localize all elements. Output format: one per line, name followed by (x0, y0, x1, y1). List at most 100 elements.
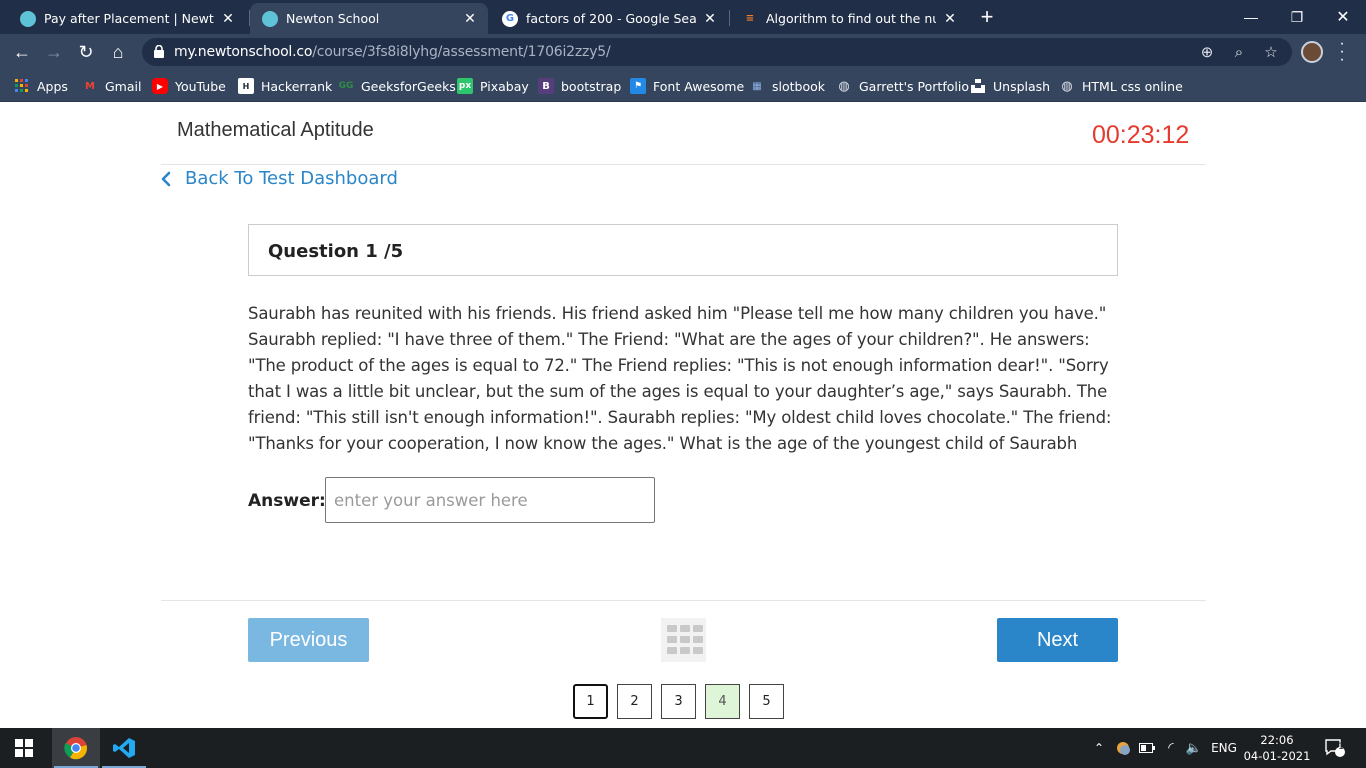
apps-grid-icon (14, 78, 30, 94)
grid-cell (667, 647, 677, 654)
browser-tab-bar: Pay after Placement | Newton Sc ✕ Newton… (0, 0, 1366, 34)
bookmark-hackerrank[interactable]: H Hackerrank (238, 76, 332, 96)
bookmark-slotbook[interactable]: ▦ slotbook (749, 76, 825, 96)
assessment-page: Mathematical Aptitude 00:23:12 Back To T… (0, 103, 1366, 728)
question-grid-icon[interactable] (661, 618, 706, 662)
bookmark-label: HTML css online (1082, 78, 1183, 94)
question-text: Saurabh has reunited with his friends. H… (248, 304, 1112, 453)
new-tab-icon[interactable]: + (976, 4, 998, 30)
bookmark-label: GeeksforGeeks (361, 78, 456, 94)
grid-cell (680, 636, 690, 643)
page-button-2[interactable]: 2 (617, 684, 652, 719)
bookmark-font-awesome[interactable]: ⚑ Font Awesome (630, 76, 744, 96)
browser-tab[interactable]: Pay after Placement | Newton Sc ✕ (8, 3, 246, 34)
grid-cell (680, 625, 690, 632)
home-icon[interactable]: ⌂ (104, 38, 132, 66)
notification-count: 1 (1338, 742, 1344, 752)
windows-taskbar: ⌃ ◜ 🔈 ENG 22:06 04-01-2021 1 (0, 728, 1366, 768)
close-icon[interactable]: ✕ (462, 11, 478, 27)
bookmark-apps[interactable]: Apps (14, 76, 68, 96)
newton-logo-icon (262, 10, 278, 27)
grid-cell (667, 625, 677, 632)
bookmark-unsplash[interactable]: Unsplash (970, 76, 1050, 96)
bookmark-garretts-portfolio[interactable]: ◍ Garrett's Portfolio (836, 76, 969, 96)
chrome-taskbar-icon[interactable] (52, 728, 100, 768)
system-clock[interactable]: 22:06 04-01-2021 (1242, 732, 1312, 764)
close-icon[interactable]: ✕ (942, 11, 958, 27)
windows-start-icon[interactable] (0, 728, 48, 768)
page-button-4[interactable]: 4 (705, 684, 740, 719)
geeksforgeeks-icon: GG (338, 81, 354, 91)
back-arrow-icon[interactable]: ← (8, 38, 36, 66)
bookmark-bootstrap[interactable]: B bootstrap (538, 76, 621, 96)
add-circle-icon[interactable]: ⊕ (1198, 43, 1216, 61)
answer-input[interactable] (325, 477, 655, 523)
slotbook-icon: ▦ (752, 80, 762, 92)
wifi-icon[interactable]: ◜ (1162, 728, 1180, 768)
chevron-up-icon[interactable]: ⌃ (1090, 728, 1108, 768)
next-button[interactable]: Next (997, 618, 1118, 662)
zoom-icon[interactable]: ⌕ (1230, 43, 1248, 61)
bookmark-html-css-online[interactable]: ◍ HTML css online (1059, 76, 1183, 96)
bookmark-label: Garrett's Portfolio (859, 78, 969, 94)
browser-tab[interactable]: G factors of 200 - Google Search ✕ (490, 3, 728, 34)
page-button-1[interactable]: 1 (573, 684, 608, 719)
address-bar[interactable]: my.newtonschool.co/course/3fs8i8lyhg/ass… (142, 38, 1292, 66)
vscode-taskbar-icon[interactable] (100, 728, 148, 768)
restore-icon[interactable]: ❐ (1274, 0, 1320, 34)
url-path: /course/3fs8i8lyhg/assessment/1706i2zzy5… (312, 44, 611, 60)
close-icon[interactable]: ✕ (220, 11, 236, 27)
tab-title: Pay after Placement | Newton Sc (44, 11, 214, 26)
clock-date: 04-01-2021 (1243, 749, 1311, 763)
bookmark-pixabay[interactable]: px Pixabay (457, 76, 529, 96)
weather-icon[interactable] (1114, 728, 1132, 768)
bookmark-label: Hackerrank (261, 78, 333, 94)
volume-icon[interactable]: 🔈 (1184, 728, 1204, 768)
browser-tab-active[interactable]: Newton School ✕ (250, 3, 488, 34)
clock-time: 22:06 (1260, 733, 1294, 747)
grid-cell (680, 647, 690, 654)
previous-button[interactable]: Previous (248, 618, 369, 662)
back-to-dashboard-link[interactable]: Back To Test Dashboard (161, 168, 398, 189)
bookmark-label: bootstrap (561, 78, 622, 94)
browser-toolbar: ← → ↻ ⌂ my.newtonschool.co/course/3fs8i8… (0, 34, 1366, 70)
reload-icon[interactable]: ↻ (72, 38, 100, 66)
bootstrap-icon: B (538, 78, 554, 94)
bookmark-star-icon[interactable]: ☆ (1262, 43, 1280, 61)
font-awesome-icon: ⚑ (630, 78, 646, 94)
gmail-icon: M (85, 80, 95, 92)
bookmark-label: Apps (37, 78, 68, 94)
unsplash-icon (970, 78, 986, 94)
more-menu-icon[interactable]: · · · (1334, 36, 1350, 68)
bookmark-youtube[interactable]: ▶ YouTube (152, 76, 226, 96)
close-icon[interactable]: ✕ (702, 11, 718, 27)
grid-cell (693, 636, 703, 643)
browser-tab[interactable]: ≡ Algorithm to find out the numbe ✕ (730, 3, 968, 34)
bookmark-geeksforgeeks[interactable]: GG GeeksforGeeks (338, 76, 456, 96)
page-button-3[interactable]: 3 (661, 684, 696, 719)
battery-icon[interactable] (1138, 728, 1156, 768)
grid-cell (667, 636, 677, 643)
google-g-icon: G (502, 10, 518, 27)
page-title: Mathematical Aptitude (177, 119, 374, 141)
bookmark-label: Gmail (105, 78, 142, 94)
bookmark-gmail[interactable]: M Gmail (82, 76, 141, 96)
divider (161, 164, 1206, 165)
forward-arrow-icon[interactable]: → (40, 38, 68, 66)
grid-cell (693, 625, 703, 632)
bookmarks-bar: Apps M Gmail ▶ YouTube H Hackerrank GG G… (0, 70, 1366, 102)
bookmark-label: slotbook (772, 78, 826, 94)
window-close-icon[interactable]: ✕ (1320, 0, 1366, 34)
profile-avatar[interactable] (1301, 41, 1323, 63)
divider (161, 600, 1206, 601)
back-link-label: Back To Test Dashboard (185, 168, 398, 189)
page-button-5[interactable]: 5 (749, 684, 784, 719)
tab-title: factors of 200 - Google Search (526, 11, 696, 26)
notifications-icon[interactable]: 1 (1318, 728, 1352, 768)
newton-logo-icon (20, 10, 36, 27)
minimize-icon[interactable]: — (1228, 0, 1274, 34)
answer-label: Answer: (248, 491, 326, 511)
pixabay-icon: px (457, 78, 473, 94)
hackerrank-icon: H (238, 78, 254, 94)
language-indicator[interactable]: ENG (1208, 728, 1240, 768)
